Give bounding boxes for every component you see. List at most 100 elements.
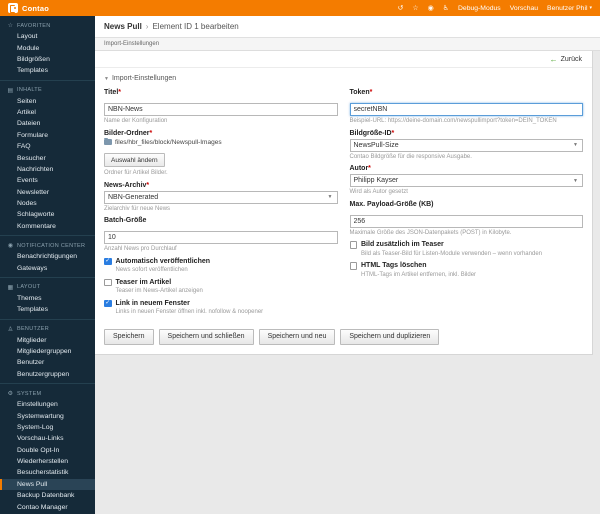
- sidebar-item-backup-datenbank[interactable]: Backup Datenbank: [0, 490, 95, 501]
- sidebar-item-wiederherstellen[interactable]: Wiederherstellen: [0, 456, 95, 467]
- collapse-caret-icon: ▼: [104, 76, 109, 82]
- topbar-link-debug-modus[interactable]: Debug-Modus: [458, 5, 501, 12]
- back-button[interactable]: ← Zurück: [550, 55, 582, 64]
- checkbox-bild-zusätzlich-im-teaser[interactable]: Bild zusätzlich im Teaser: [350, 241, 584, 249]
- required-marker: *: [370, 89, 373, 96]
- checkbox-link-in-neuem-fenster[interactable]: ✓Link in neuem Fenster: [104, 300, 338, 308]
- news-archiv-select[interactable]: NBN-Generated▼: [104, 191, 338, 204]
- sidebar-item-kommentare[interactable]: Kommentare: [0, 221, 95, 232]
- sidebar-item-schlagworte[interactable]: Schlagworte: [0, 209, 95, 220]
- field-label: News-Archiv*: [104, 182, 338, 189]
- checkbox-teaser-im-artikel[interactable]: Teaser im Artikel: [104, 279, 338, 287]
- sidebar-item-news-pull[interactable]: News Pull: [0, 479, 95, 490]
- checkbox-box-teaser-im-artikel[interactable]: [104, 279, 112, 287]
- sidebar-section-header-system[interactable]: ⚙SYSTEM: [0, 387, 95, 399]
- sidebar-item-formulare[interactable]: Formulare: [0, 130, 95, 141]
- field-help: Teaser im News-Artikel anzeigen: [116, 288, 338, 294]
- field-label: Max. Payload-Größe (KB): [350, 201, 584, 208]
- sidebar-item-vorschau-links[interactable]: Vorschau-Links: [0, 433, 95, 444]
- titel-input[interactable]: [104, 103, 338, 116]
- sidebar-item-benutzer[interactable]: Benutzer: [0, 357, 95, 368]
- sidebar-item-templates[interactable]: Templates: [0, 65, 95, 76]
- field-teaser-im-artikel: Teaser im ArtikelTeaser im News-Artikel …: [104, 279, 338, 295]
- sidebar-item-benachrichtigungen[interactable]: Benachrichtigungen: [0, 251, 95, 262]
- sidebar-item-bildgrößen[interactable]: Bildgrößen: [0, 54, 95, 65]
- folder-path: files/hbr_files/block/Newspull-Images: [115, 139, 222, 146]
- sidebar-item-mitgliedergruppen[interactable]: Mitgliedergruppen: [0, 346, 95, 357]
- checkbox-html-tags-löschen[interactable]: HTML Tags löschen: [350, 262, 584, 270]
- sidebar-section-header-inhalte[interactable]: ▤INHALTE: [0, 84, 95, 96]
- contao-home-link[interactable]: Contao: [8, 3, 49, 13]
- user-menu[interactable]: Benutzer Phil ▾: [547, 5, 592, 12]
- speichern-und-neu-button[interactable]: Speichern und neu: [259, 329, 336, 345]
- sidebar-section-title: NOTIFICATION CENTER: [17, 243, 85, 249]
- sidebar-item-events[interactable]: Events: [0, 175, 95, 186]
- sidebar-item-besucher[interactable]: Besucher: [0, 152, 95, 163]
- bildgröße-id-select[interactable]: NewsPull-Size▼: [350, 139, 584, 152]
- breadcrumb-section[interactable]: News Pull: [104, 22, 142, 31]
- sidebar-item-seiten[interactable]: Seiten: [0, 96, 95, 107]
- batch-größe-input[interactable]: [104, 231, 338, 244]
- field-link-in-neuem-fenster: ✓Link in neuem FensterLinks in neuen Fen…: [104, 300, 338, 316]
- chevron-down-icon: ▼: [573, 142, 578, 148]
- sidebar-item-nachrichten[interactable]: Nachrichten: [0, 164, 95, 175]
- sidebar-item-gateways[interactable]: Gateways: [0, 262, 95, 273]
- favorites-icon[interactable]: ☆: [412, 5, 418, 12]
- bell-icon: ◉: [7, 242, 14, 249]
- checkbox-box-automatisch-veröffentlichen[interactable]: ✓: [104, 258, 112, 266]
- max-payload-größe-kb-input[interactable]: [350, 215, 584, 228]
- speichern-und-schließen-button[interactable]: Speichern und schließen: [159, 329, 254, 345]
- change-selection-button[interactable]: Auswahl ändern: [104, 153, 165, 167]
- accessibility-icon[interactable]: ♿: [443, 5, 449, 12]
- sidebar-item-newsletter[interactable]: Newsletter: [0, 187, 95, 198]
- sidebar-section-header-notification-center[interactable]: ◉NOTIFICATION CENTER: [0, 239, 95, 251]
- section-tab-import-einstellungen[interactable]: Import-Einstellungen: [95, 38, 600, 51]
- required-marker: *: [150, 130, 153, 137]
- history-icon[interactable]: ↺: [397, 5, 403, 12]
- required-marker: *: [146, 182, 149, 189]
- autor-select[interactable]: Philipp Kayser▼: [350, 174, 584, 187]
- notifications-icon[interactable]: ◉: [428, 5, 434, 12]
- speichern-und-duplizieren-button[interactable]: Speichern und duplizieren: [340, 329, 439, 345]
- sidebar-item-system-log[interactable]: System-Log: [0, 422, 95, 433]
- folder-icon: [104, 139, 112, 145]
- required-marker: *: [392, 130, 395, 137]
- sidebar-item-dateien[interactable]: Dateien: [0, 118, 95, 129]
- sidebar-section-title: BENUTZER: [17, 326, 49, 332]
- sidebar-item-einstellungen[interactable]: Einstellungen: [0, 399, 95, 410]
- sidebar-item-benutzergruppen[interactable]: Benutzergruppen: [0, 369, 95, 380]
- sidebar: ☆FAVORITENLayoutModuleBildgrößenTemplate…: [0, 16, 95, 514]
- token-input[interactable]: [350, 103, 584, 116]
- user-menu-label: Benutzer Phil: [547, 5, 587, 12]
- sidebar-section-favoriten: ☆FAVORITENLayoutModuleBildgrößenTemplate…: [0, 16, 95, 80]
- speichern-button[interactable]: Speichern: [104, 329, 154, 345]
- field-help: Name der Konfiguration: [104, 118, 338, 124]
- sidebar-item-besucherstatistik[interactable]: Besucherstatistik: [0, 467, 95, 478]
- sidebar-item-templates[interactable]: Templates: [0, 304, 95, 315]
- field-label: Batch-Größe: [104, 217, 338, 224]
- sidebar-section-layout: ▦LAYOUTThemesTemplates: [0, 277, 95, 319]
- breadcrumb: News Pull › Element ID 1 bearbeiten: [95, 16, 600, 38]
- sidebar-section-header-favoriten[interactable]: ☆FAVORITEN: [0, 19, 95, 31]
- sidebar-item-mitglieder[interactable]: Mitglieder: [0, 335, 95, 346]
- sidebar-section-header-benutzer[interactable]: ♙BENUTZER: [0, 323, 95, 335]
- sidebar-item-faq[interactable]: FAQ: [0, 141, 95, 152]
- field-label: Token*: [350, 89, 584, 96]
- fieldset-legend[interactable]: ▼ Import-Einstellungen: [95, 68, 592, 87]
- sidebar-item-contao-manager[interactable]: Contao Manager: [0, 501, 95, 512]
- sidebar-item-themes[interactable]: Themes: [0, 293, 95, 304]
- sidebar-section-header-layout[interactable]: ▦LAYOUT: [0, 281, 95, 293]
- sidebar-item-nodes[interactable]: Nodes: [0, 198, 95, 209]
- checkbox-automatisch-veröffentlichen[interactable]: ✓Automatisch veröffentlichen: [104, 258, 338, 266]
- field-bildgröße-id: Bildgröße-ID*NewsPull-Size▼Contao Bildgr…: [350, 130, 584, 160]
- checkbox-box-link-in-neuem-fenster[interactable]: ✓: [104, 300, 112, 308]
- sidebar-item-layout[interactable]: Layout: [0, 31, 95, 42]
- sidebar-item-systemwartung[interactable]: Systemwartung: [0, 410, 95, 421]
- select-value: NBN-Generated: [108, 194, 158, 201]
- sidebar-item-module[interactable]: Module: [0, 42, 95, 53]
- sidebar-item-artikel[interactable]: Artikel: [0, 107, 95, 118]
- topbar-link-vorschau[interactable]: Vorschau: [510, 5, 538, 12]
- checkbox-box-bild-zusätzlich-im-teaser[interactable]: [350, 241, 358, 249]
- checkbox-box-html-tags-löschen[interactable]: [350, 262, 358, 270]
- sidebar-item-double-opt-in[interactable]: Double Opt-In: [0, 445, 95, 456]
